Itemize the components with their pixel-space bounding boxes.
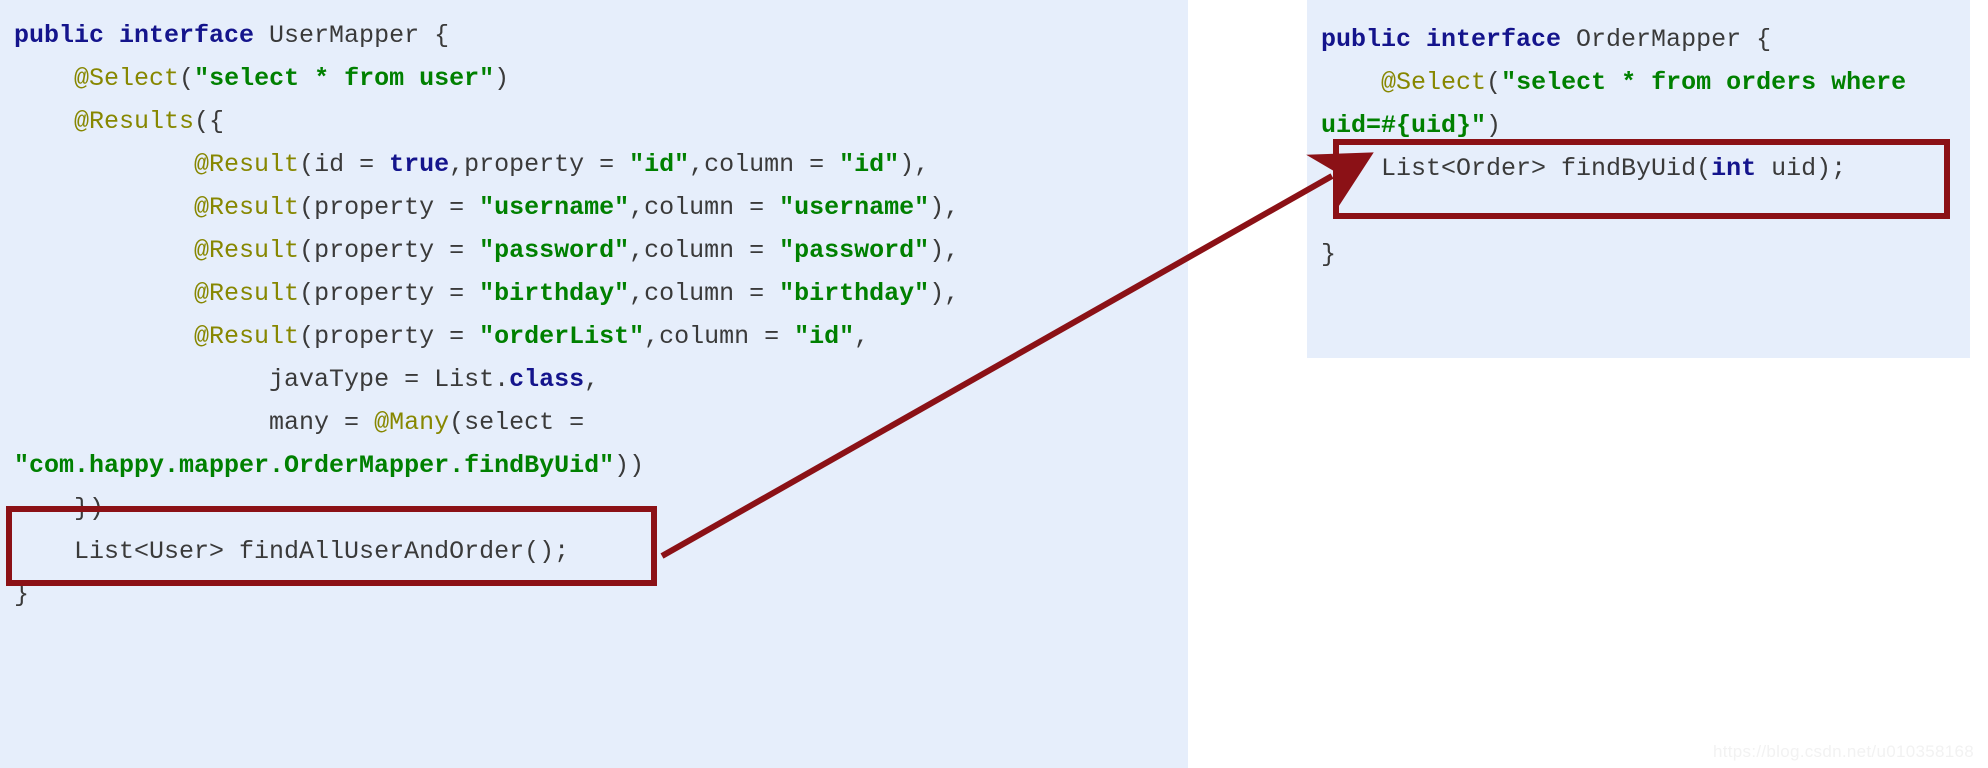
code-token-pln: ,column = [629, 279, 780, 308]
code-token-pln: ), [929, 279, 960, 308]
code-token-pln: ), [899, 150, 930, 179]
code-token-str: "orderList" [479, 322, 645, 351]
code-panel-usermapper: public interface UserMapper { @Select("s… [0, 0, 1188, 768]
code-token-pln: )) [614, 451, 645, 480]
code-token-pln: (select = [449, 408, 600, 437]
code-line: javaType = List.class, [0, 358, 1188, 401]
code-line: @Results({ [0, 100, 1188, 143]
code-token-pln: ), [929, 236, 960, 265]
code-token-ann: @Result [194, 193, 300, 222]
code-token-pln: List<Order> findByUid( [1321, 154, 1712, 183]
code-token-pln: } [1321, 240, 1337, 269]
code-token-pln: }) [14, 494, 105, 523]
code-token-pln [14, 107, 74, 136]
code-token-ann: @Result [194, 236, 300, 265]
code-token-pln [14, 236, 194, 265]
code-line: } [1307, 233, 1970, 276]
code-token-str: "password" [779, 236, 930, 265]
code-token-pln: ), [929, 193, 960, 222]
code-token-pln: ,column = [629, 236, 780, 265]
code-token-kw: true [389, 150, 450, 179]
code-line: @Result(property = "password",column = "… [0, 229, 1188, 272]
code-token-pln: UserMapper { [269, 21, 450, 50]
code-token-pln: ( [179, 64, 195, 93]
screenshot-stage: public interface UserMapper { @Select("s… [0, 0, 1988, 768]
code-line: List<User> findAllUserAndOrder(); [0, 530, 1188, 573]
code-token-str: "password" [479, 236, 630, 265]
code-token-pln: (property = [299, 236, 480, 265]
code-token-kw: class [509, 365, 585, 394]
code-token-str: "username" [779, 193, 930, 222]
code-panel-ordermapper: public interface OrderMapper { @Select("… [1307, 0, 1970, 358]
code-token-str: "birthday" [779, 279, 930, 308]
csdn-watermark: https://blog.csdn.net/u010358168 [1712, 742, 1974, 761]
code-token-kw: public interface [14, 21, 270, 50]
code-line: }) [0, 487, 1188, 530]
code-token-pln: OrderMapper { [1576, 25, 1772, 54]
code-token-ann: @Results [74, 107, 195, 136]
code-token-pln: many = [14, 408, 375, 437]
code-token-str: "id" [794, 322, 855, 351]
code-token-pln: ,column = [644, 322, 795, 351]
code-token-ann: @Select [74, 64, 180, 93]
code-token-str: "birthday" [479, 279, 630, 308]
code-token-pln [14, 279, 194, 308]
code-token-pln [14, 193, 194, 222]
code-line: public interface UserMapper { [0, 14, 1188, 57]
code-token-pln [1321, 68, 1381, 97]
code-token-pln: ,column = [629, 193, 780, 222]
code-token-pln: ({ [194, 107, 225, 136]
code-line: "com.happy.mapper.OrderMapper.findByUid"… [0, 444, 1188, 487]
code-token-pln: ( [1486, 68, 1502, 97]
code-token-str: "select * from user" [194, 64, 495, 93]
code-token-ann: @Result [194, 279, 300, 308]
code-token-str: "id" [629, 150, 690, 179]
code-token-pln: uid); [1756, 154, 1847, 183]
code-token-pln: (id = [299, 150, 390, 179]
code-token-pln: , [584, 365, 600, 394]
code-token-pln: , [854, 322, 870, 351]
code-line: @Result(property = "orderList",column = … [0, 315, 1188, 358]
code-line: @Result(property = "birthday",column = "… [0, 272, 1188, 315]
code-line: public interface OrderMapper { [1307, 18, 1970, 61]
code-token-ann: @Select [1381, 68, 1487, 97]
code-line: List<Order> findByUid(int uid); [1307, 147, 1970, 190]
code-token-pln: (property = [299, 322, 480, 351]
code-token-pln [14, 322, 194, 351]
code-line: @Result(id = true,property = "id",column… [0, 143, 1188, 186]
code-token-kw: public interface [1321, 25, 1577, 54]
code-token-pln: } [14, 580, 30, 609]
code-token-ann: @Result [194, 150, 300, 179]
code-token-pln: javaType = List. [14, 365, 510, 394]
code-token-str: "id" [839, 150, 900, 179]
code-line: @Select("select * from user") [0, 57, 1188, 100]
code-token-pln: ) [1486, 111, 1502, 140]
code-token-pln: (property = [299, 279, 480, 308]
code-token-str: "com.happy.mapper.OrderMapper.findByUid" [14, 451, 615, 480]
code-token-pln: List<User> findAllUserAndOrder(); [14, 537, 570, 566]
code-token-ann: @Result [194, 322, 300, 351]
code-token-str: "username" [479, 193, 630, 222]
code-line: many = @Many(select = [0, 401, 1188, 444]
code-token-ann: @Many [374, 408, 450, 437]
code-token-pln: (property = [299, 193, 480, 222]
code-line: @Select("select * from orders where uid=… [1307, 61, 1970, 147]
code-token-pln: ) [494, 64, 510, 93]
code-line: @Result(property = "username",column = "… [0, 186, 1188, 229]
code-token-pln [14, 64, 74, 93]
code-token-kw: int [1711, 154, 1757, 183]
code-token-pln: ,property = [449, 150, 630, 179]
code-line: } [0, 573, 1188, 616]
code-token-pln [14, 150, 194, 179]
code-token-pln: ,column = [689, 150, 840, 179]
